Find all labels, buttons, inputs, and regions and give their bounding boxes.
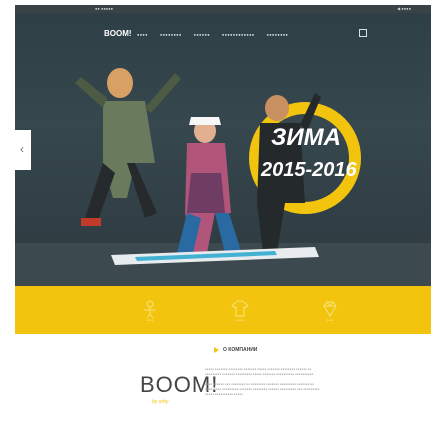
search-icon[interactable] [359, 29, 367, 37]
nav-item-4[interactable]: ●●●●●●●●●●●● [222, 32, 255, 37]
about-section-header: О КОМПАНИИ [214, 347, 257, 353]
top-navigation: BOOM! ●●●● ●●●●●●●● ●●●●●● ●●●●●●●●●●●● … [15, 23, 431, 45]
brand-subtitle: by orby [152, 399, 169, 405]
nav-item-1[interactable]: ●●●● [137, 32, 148, 37]
browser-status-bar: ●● ●●●●● ◀ ●●●● [15, 5, 431, 13]
tshirt-icon[interactable] [229, 298, 251, 320]
chevron-left-icon: ‹ [20, 142, 24, 156]
page-frame: ●● ●●●●● ◀ ●●●● BOOM! ●●●● ●●●●●●●● ●●●●… [15, 5, 431, 433]
nav-menu: ●●●● ●●●●●●●● ●●●●●● ●●●●●●●●●●●● ●●●●●●… [137, 32, 288, 37]
about-paragraph-2: ●●●● ●●●●●● ●●● ●●●●●●●● ●● ●●●●●●●● ●●●… [205, 382, 320, 396]
status-left: ●● ●●●●● [95, 6, 114, 11]
diamond-icon[interactable] [319, 298, 341, 320]
hero-subtitle: 2015-2016 [261, 159, 357, 181]
status-right: ◀ ●●●● [397, 6, 411, 11]
carousel-prev-button[interactable]: ‹ [15, 130, 31, 170]
nav-item-5[interactable]: ●●●●●●●● [267, 32, 289, 37]
child-icon[interactable] [139, 298, 161, 320]
hero-photo [15, 68, 431, 286]
hero-title: ЗИМА [271, 124, 342, 151]
nav-item-3[interactable]: ●●●●●● [194, 32, 210, 37]
band-label-3: ●●●● [326, 318, 334, 322]
about-title: О КОМПАНИИ [223, 347, 258, 353]
hero-banner: BOOM! ●●●● ●●●●●●●● ●●●●●● ●●●●●●●●●●●● … [15, 13, 431, 286]
nav-item-2[interactable]: ●●●●●●●● [160, 32, 182, 37]
band-label-2: ●●●●● [235, 318, 245, 322]
about-text: ●●●●● ●●●●●●● ●●●●●●●● ●●●●●●● ●●●●● ●●●… [205, 367, 321, 402]
triangle-icon [214, 347, 219, 353]
nav-logo[interactable]: BOOM! [104, 29, 132, 38]
about-paragraph-1: ●●●●● ●●●●●●● ●●●●●●●● ●●●●●●● ●●●●● ●●●… [205, 367, 314, 376]
features-band: ●●●● ●●●●● ●●●● [15, 286, 431, 334]
band-label-1: ●●●● [146, 318, 154, 322]
